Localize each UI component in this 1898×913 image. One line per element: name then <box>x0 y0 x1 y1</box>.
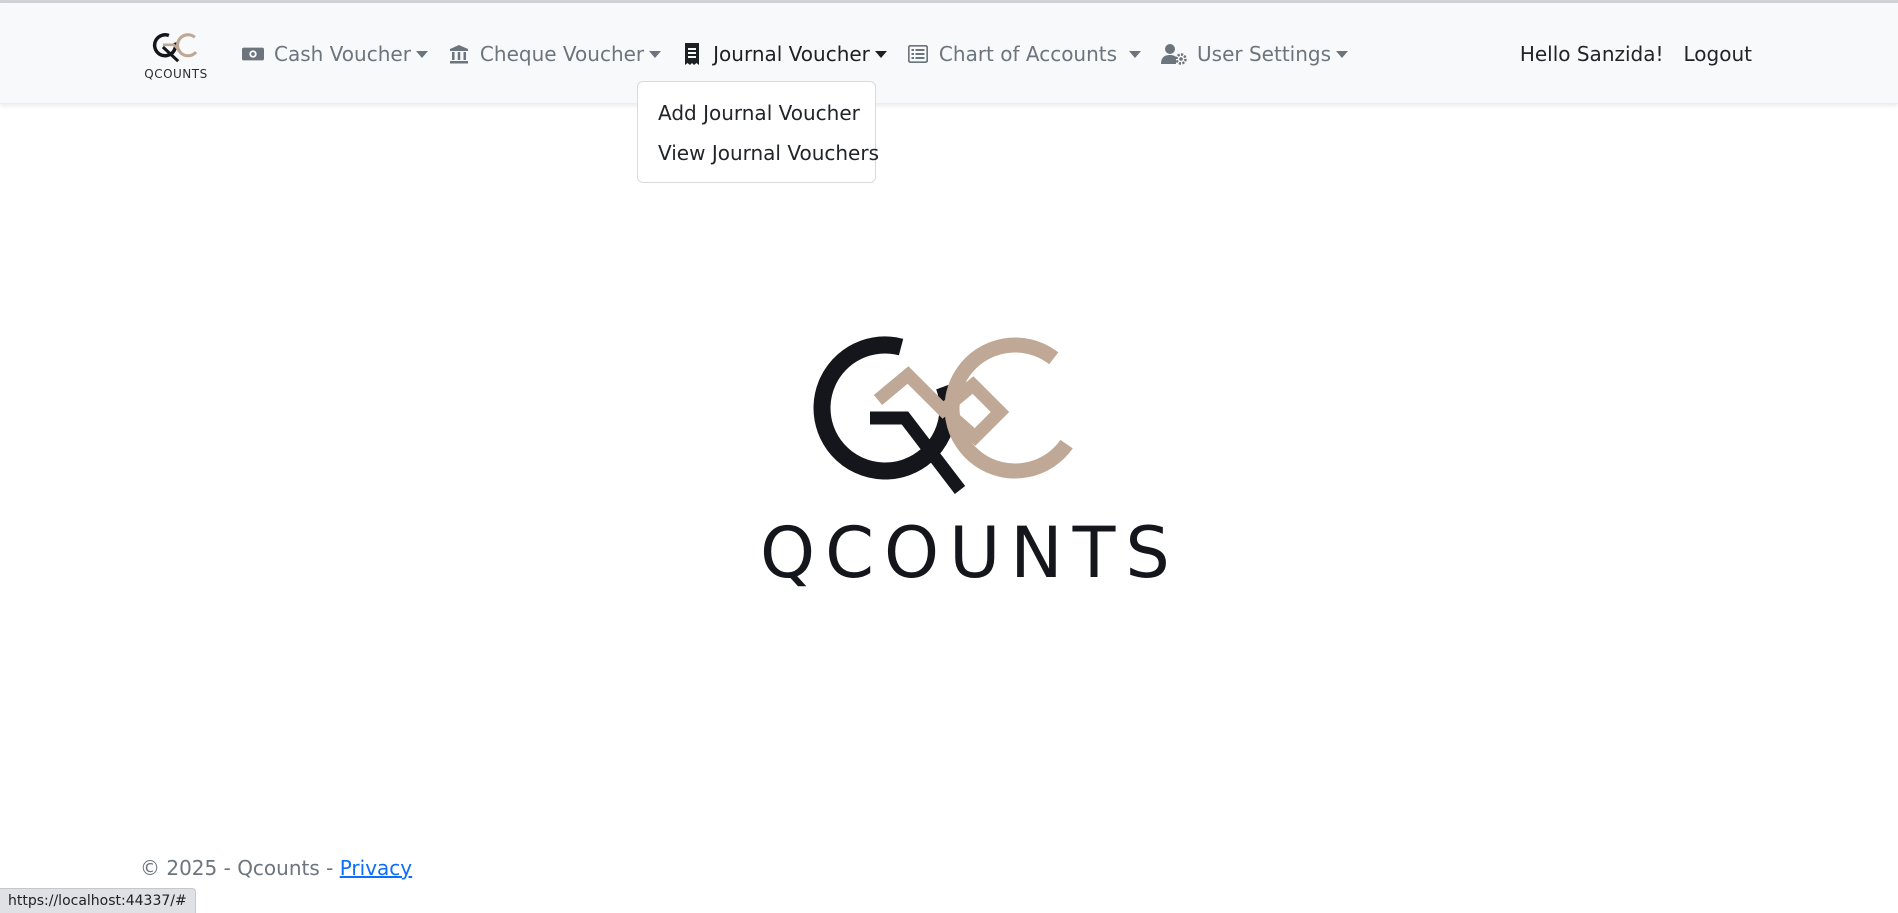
logout-button[interactable]: Logout <box>1684 42 1752 66</box>
nav-chart-of-accounts[interactable]: Chart of Accounts <box>907 34 1142 74</box>
brand-link[interactable]: QCOUNTS <box>140 29 212 83</box>
money-bill-icon <box>242 43 264 65</box>
nav-chart-of-accounts-label: Chart of Accounts <box>938 41 1118 66</box>
hero-brand-name: QCOUNTS <box>760 512 1180 594</box>
brand-name: QCOUNTS <box>144 67 208 81</box>
receipt-icon <box>681 42 703 65</box>
nav-cash-voucher[interactable]: Cash Voucher <box>242 34 428 74</box>
journal-voucher-dropdown-menu: Add Journal Voucher View Journal Voucher… <box>637 81 879 183</box>
chevron-down-icon <box>1336 51 1349 58</box>
copyright-text: © 2025 - Qcounts - <box>140 856 340 880</box>
qc-logo-large-icon <box>813 336 1086 494</box>
user-gear-icon <box>1161 43 1187 65</box>
user-nav: Hello Sanzida! Logout <box>1500 3 1752 104</box>
nav-cash-voucher-label: Cash Voucher <box>274 41 411 66</box>
chevron-down-icon <box>874 51 887 58</box>
hero-logo: QCOUNTS <box>760 330 1180 600</box>
browser-status-bar: https://localhost:44337/# <box>0 888 196 913</box>
chevron-down-icon <box>415 51 428 58</box>
top-navbar: QCOUNTS Cash Voucher Cheque Voucher Jour… <box>0 3 1898 104</box>
menu-item-add-journal-voucher[interactable]: Add Journal Voucher <box>638 98 875 138</box>
privacy-link[interactable]: Privacy <box>340 856 412 880</box>
qc-logo-icon <box>152 33 200 63</box>
nav-journal-voucher-label: Journal Voucher <box>713 41 870 66</box>
list-alt-icon <box>907 43 929 65</box>
chevron-down-icon <box>1129 51 1142 58</box>
greeting-link[interactable]: Hello Sanzida! <box>1520 42 1664 66</box>
nav-user-settings-label: User Settings <box>1197 41 1332 66</box>
bank-icon <box>448 43 470 65</box>
page-footer: © 2025 - Qcounts - Privacy <box>140 856 412 880</box>
chevron-down-icon <box>649 51 662 58</box>
nav-user-settings[interactable]: User Settings <box>1161 34 1349 74</box>
nav-journal-voucher[interactable]: Journal Voucher <box>681 34 887 74</box>
menu-item-view-journal-vouchers[interactable]: View Journal Vouchers <box>638 138 879 178</box>
nav-cheque-voucher-label: Cheque Voucher <box>479 41 645 66</box>
nav-cheque-voucher[interactable]: Cheque Voucher <box>448 34 662 74</box>
